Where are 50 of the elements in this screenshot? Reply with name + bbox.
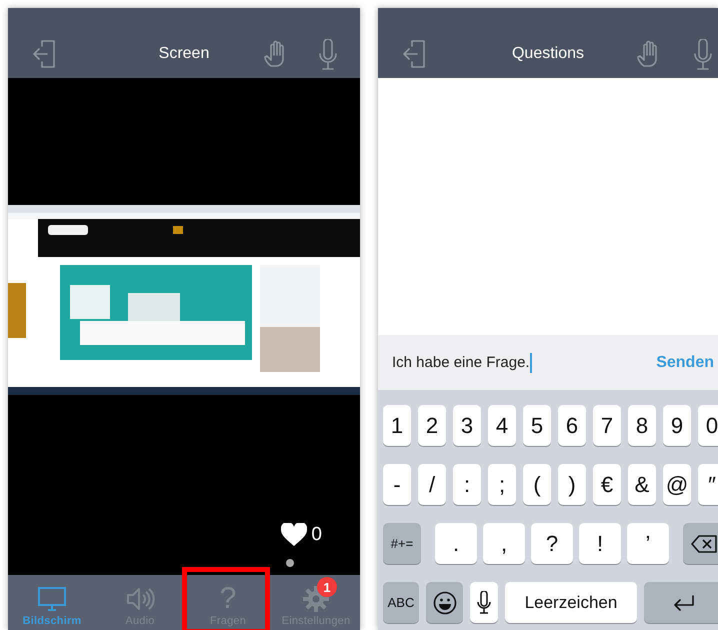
key[interactable]: 9 [663, 405, 691, 446]
key[interactable]: ; [488, 464, 516, 505]
microphone-icon [477, 590, 491, 614]
backspace-key[interactable] [683, 523, 718, 564]
key[interactable]: 7 [593, 405, 621, 446]
key[interactable]: € [593, 464, 621, 505]
key[interactable]: 5 [523, 405, 551, 446]
key[interactable]: ? [531, 523, 573, 564]
key[interactable]: ! [579, 523, 621, 564]
exit-icon[interactable] [32, 39, 58, 69]
mode-key[interactable]: ABC [383, 582, 419, 623]
key[interactable]: , [483, 523, 525, 564]
return-key[interactable] [644, 582, 718, 623]
notification-badge: 1 [317, 577, 337, 597]
key[interactable]: - [383, 464, 411, 505]
key[interactable]: 4 [488, 405, 516, 446]
question-mark-glyph: ? [220, 584, 236, 614]
speaker-icon [125, 586, 155, 612]
mode-key[interactable]: #+= [383, 523, 421, 564]
key[interactable]: . [435, 523, 477, 564]
key[interactable]: 6 [558, 405, 586, 446]
key[interactable]: & [628, 464, 656, 505]
key[interactable]: : [453, 464, 481, 505]
key[interactable]: 1 [383, 405, 411, 446]
return-icon [673, 594, 695, 610]
emoji-icon [432, 590, 456, 614]
key[interactable]: ’ [627, 523, 669, 564]
like-count: 0 [311, 524, 322, 546]
key[interactable]: 3 [453, 405, 481, 446]
key[interactable]: / [418, 464, 446, 505]
screen-title: Screen [158, 45, 210, 63]
key[interactable]: 2 [418, 405, 446, 446]
key[interactable]: ″ [698, 464, 718, 505]
key[interactable]: ( [523, 464, 551, 505]
mic-key[interactable] [470, 582, 498, 623]
page-indicator-dot [286, 559, 294, 567]
microphone-icon[interactable] [693, 39, 713, 71]
screen-title: Questions [512, 45, 584, 63]
heart-icon[interactable] [281, 523, 308, 547]
question-input-field[interactable]: Ich habe eine Frage. [392, 352, 532, 372]
key[interactable]: @ [663, 464, 691, 505]
space-key[interactable]: Leerzeichen [505, 582, 637, 623]
emoji-key[interactable] [426, 582, 463, 623]
exit-icon[interactable] [402, 39, 428, 69]
microphone-icon[interactable] [318, 39, 338, 71]
key[interactable]: 0 [698, 405, 718, 446]
monitor-icon [37, 586, 67, 612]
key[interactable]: ) [558, 464, 586, 505]
backspace-icon [691, 534, 717, 552]
key[interactable]: 8 [628, 405, 656, 446]
